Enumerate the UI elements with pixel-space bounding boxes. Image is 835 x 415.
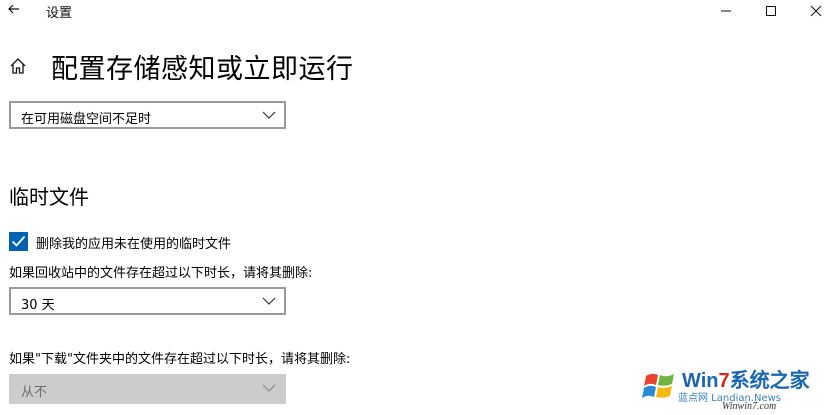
back-button[interactable] (4, 0, 24, 20)
maximize-button[interactable] (751, 0, 791, 22)
delete-temp-files-checkbox[interactable] (9, 232, 28, 251)
recycle-bin-dropdown[interactable]: 30 天 (9, 287, 286, 315)
watermark-url: Winwin7.com (722, 401, 777, 412)
close-button[interactable] (796, 0, 835, 22)
chevron-down-icon (262, 297, 276, 305)
back-arrow-icon (8, 4, 19, 14)
temp-files-heading: 临时文件 (9, 185, 89, 209)
close-icon (810, 5, 822, 17)
downloads-description: 如果"下载"文件夹中的文件存在超过以下时长，请将其删除: (9, 352, 351, 367)
delete-temp-files-label[interactable]: 删除我的应用未在使用的临时文件 (36, 233, 231, 252)
minimize-button[interactable] (706, 0, 746, 22)
windows-logo-icon (642, 373, 674, 398)
maximize-icon (766, 6, 776, 16)
page-title: 配置存储感知或立即运行 (51, 54, 354, 85)
downloads-dropdown[interactable]: 从不 (9, 374, 286, 404)
chevron-down-icon (262, 111, 276, 119)
app-title: 设置 (46, 6, 73, 21)
checkmark-icon (11, 235, 26, 247)
run-schedule-value: 在可用磁盘空间不足时 (21, 112, 152, 127)
title-bar: 设置 (0, 0, 835, 22)
recycle-bin-value: 30 天 (21, 298, 55, 313)
downloads-value: 从不 (21, 385, 48, 400)
minimize-icon (721, 10, 731, 12)
watermark: Win7系统之家 蓝点网 Landian.News Winwin7.com (640, 360, 835, 415)
home-button[interactable] (8, 56, 28, 76)
chevron-down-icon (262, 384, 276, 392)
recycle-bin-description: 如果回收站中的文件存在超过以下时长，请将其删除: (9, 266, 313, 281)
home-icon (10, 58, 26, 74)
run-schedule-dropdown[interactable]: 在可用磁盘空间不足时 (9, 101, 286, 129)
